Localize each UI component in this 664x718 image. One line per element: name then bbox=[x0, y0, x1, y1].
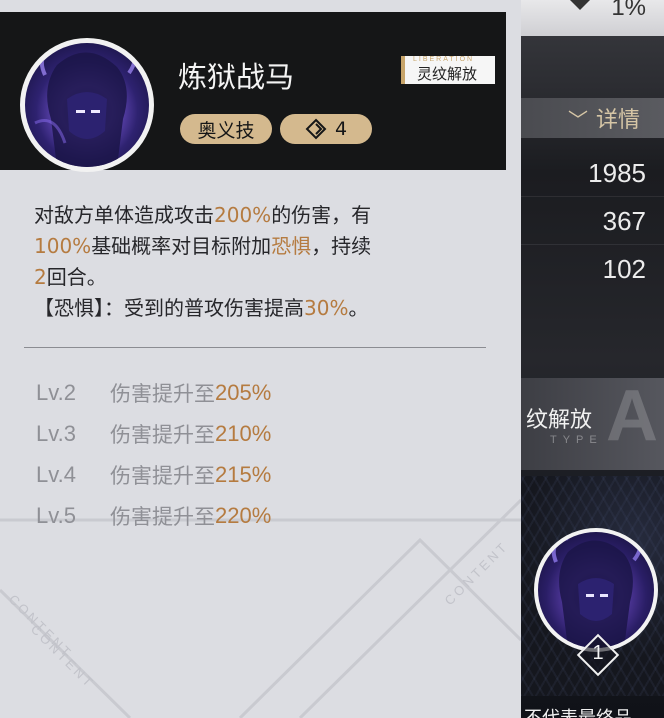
highlight-value: 100% bbox=[34, 234, 92, 258]
description-line: 【恐惧】：受到的普攻伤害提高30%。 bbox=[34, 296, 369, 320]
section-type-label: TYPE bbox=[550, 434, 603, 446]
watermark-text: CONTENT bbox=[6, 592, 76, 662]
skill-cost-value: 4 bbox=[334, 118, 348, 140]
chevron-down-icon: ﹀ bbox=[568, 108, 588, 132]
skill-description: 对敌方单体造成攻击200%的伤害，有 100%基础概率对目标附加恐惧，持续 2回… bbox=[34, 200, 484, 324]
level-label: Lv.3 bbox=[36, 420, 76, 446]
level-text: 伤害提升至 bbox=[110, 463, 215, 488]
divider bbox=[24, 347, 486, 348]
divider bbox=[520, 196, 664, 197]
skill-type-tag: 奥义技 bbox=[180, 114, 272, 144]
character-portrait-icon bbox=[538, 532, 654, 648]
level-upgrade-list: Lv.2 伤害提升至 205% Lv.3 伤害提升至 210% Lv.4 伤害提… bbox=[36, 372, 476, 536]
level-row: Lv.3 伤害提升至 210% bbox=[36, 413, 476, 454]
skill-type-label: 奥义技 bbox=[197, 119, 255, 142]
dropdown-triangle-icon bbox=[570, 0, 590, 10]
highlight-value: 30% bbox=[304, 296, 349, 320]
highlight-value: 2 bbox=[34, 265, 47, 289]
level-value: 205% bbox=[215, 379, 272, 405]
unlock-section-header: A 纹解放 TYPE bbox=[520, 378, 664, 470]
level-value: 215% bbox=[215, 461, 272, 487]
stat-value-attack: 367 bbox=[602, 206, 646, 236]
level-text: 伤害提升至 bbox=[110, 381, 215, 406]
details-label: 详情 bbox=[596, 108, 641, 133]
unlock-skill-avatar[interactable] bbox=[534, 528, 658, 652]
skill-name: 炼狱战马 bbox=[178, 60, 295, 94]
level-value: 220% bbox=[215, 502, 272, 528]
unlock-badge-label: 灵纹解放 bbox=[417, 65, 478, 83]
description-line: 对敌方单体造成攻击200%的伤害，有 bbox=[34, 203, 372, 227]
level-label: Lv.5 bbox=[36, 502, 76, 528]
highlight-status: 恐惧 bbox=[271, 234, 312, 258]
tooltip-header: 炼狱战马 LIBERATION 灵纹解放 奥义技 4 bbox=[0, 12, 506, 172]
level-row: Lv.4 伤害提升至 215% bbox=[36, 454, 476, 495]
watermark-text: CONTENT bbox=[28, 622, 98, 692]
level-row: Lv.5 伤害提升至 220% bbox=[36, 495, 476, 536]
skill-avatar bbox=[20, 38, 154, 172]
skill-tooltip-panel: CONTENT CONTENT CONTENT 炼狱战马 LIBERATION … bbox=[0, 0, 521, 718]
highlight-value: 200% bbox=[214, 203, 272, 227]
details-button[interactable]: ﹀ 详情 bbox=[520, 98, 664, 138]
top-percent-value: 1% bbox=[611, 0, 646, 21]
stat-value-hp: 1985 bbox=[588, 158, 646, 188]
divider bbox=[520, 244, 664, 245]
unlock-section-title: 纹解放 bbox=[526, 408, 593, 433]
unlock-level-number: 1 bbox=[592, 642, 604, 664]
level-value: 210% bbox=[215, 420, 272, 446]
skill-cost-tag: 4 bbox=[280, 114, 372, 144]
level-row: Lv.2 伤害提升至 205% bbox=[36, 372, 476, 413]
level-label: Lv.2 bbox=[36, 379, 76, 405]
character-portrait-icon bbox=[25, 43, 149, 167]
description-line: 2回合。 bbox=[34, 265, 107, 289]
section-letter: A bbox=[606, 376, 658, 456]
unlock-badge: LIBERATION 灵纹解放 bbox=[401, 56, 495, 84]
description-line: 100%基础概率对目标附加恐惧，持续 bbox=[34, 234, 372, 258]
stat-value-speed: 102 bbox=[602, 254, 646, 284]
watermark-text: CONTENT bbox=[442, 538, 512, 608]
top-stat-bar: 1% bbox=[520, 0, 664, 36]
energy-cost-icon bbox=[305, 118, 327, 140]
level-text: 伤害提升至 bbox=[110, 504, 215, 529]
unlock-badge-caption: LIBERATION bbox=[413, 56, 475, 63]
level-text: 伤害提升至 bbox=[110, 422, 215, 447]
level-label: Lv.4 bbox=[36, 461, 76, 487]
